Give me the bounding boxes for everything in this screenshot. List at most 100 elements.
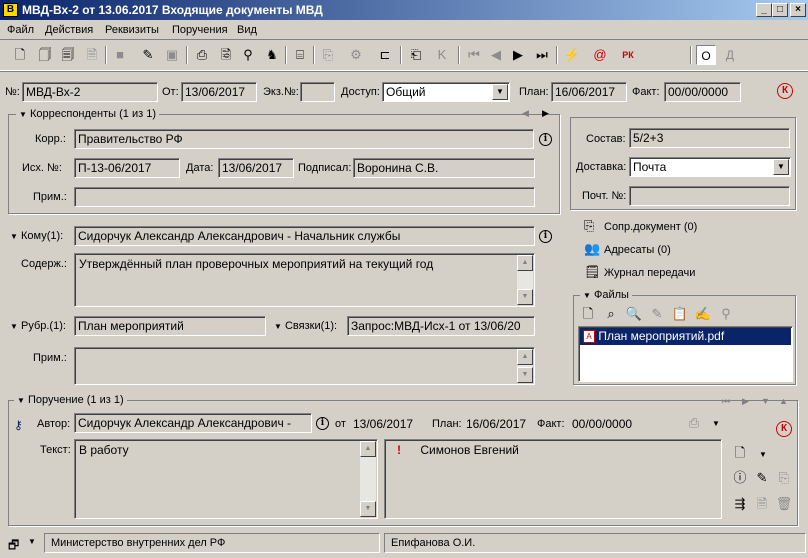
asg-text-scrollbar[interactable]: ▲ ▼ <box>360 441 376 517</box>
card-icon[interactable]: ⎗ <box>406 45 426 65</box>
asg-collapse-icon[interactable]: ▲ <box>779 396 788 406</box>
executor-item[interactable]: ! Симонов Евгений <box>389 443 717 457</box>
rubric-label[interactable]: ▼ Рубр.(1): <box>10 320 66 332</box>
executors-list[interactable]: ! Симонов Евгений <box>384 439 722 519</box>
menu-requisites[interactable]: Реквизиты <box>105 24 159 36</box>
korr-info-icon[interactable]: i <box>539 133 552 146</box>
menu-actions[interactable]: Действия <box>45 24 93 36</box>
rk-icon[interactable]: РК <box>618 45 638 65</box>
access-combo[interactable]: Общий ▼ <box>382 82 510 102</box>
add-executor-dropdown-icon[interactable]: ▼ <box>759 450 767 459</box>
addressees-link[interactable]: 👥 Адресаты (0) <box>584 241 671 257</box>
toggle-o-button[interactable]: О <box>696 45 716 65</box>
author-info-icon[interactable]: i <box>316 417 329 430</box>
links-label[interactable]: ▼ Связки(1): <box>274 320 337 332</box>
email-icon[interactable]: @ <box>590 45 610 65</box>
maximize-button[interactable]: □ <box>772 3 788 17</box>
to-info-icon[interactable]: i <box>539 230 552 243</box>
links-field[interactable]: Запрос:МВД-Исх-1 от 13/06/20 <box>347 316 535 336</box>
asg-expand-icon[interactable]: ▼ <box>761 396 770 406</box>
copy-doc-icon[interactable]: ⎘ <box>318 45 338 65</box>
chevron-down-icon[interactable]: ▼ <box>492 84 508 100</box>
menu-view[interactable]: Вид <box>237 24 257 36</box>
executor-send-icon[interactable]: ⇶ <box>730 494 750 514</box>
first-record-icon[interactable]: ⏮ <box>464 45 484 65</box>
content-memo[interactable]: Утверждённый план проверочных мероприяти… <box>74 253 535 307</box>
doc-copy-field[interactable] <box>300 82 335 102</box>
print-icon[interactable]: ⎙ <box>192 45 212 65</box>
author-field[interactable]: Сидорчук Александр Александрович - <box>74 413 312 433</box>
corr-next-icon[interactable]: ▶ <box>542 108 549 119</box>
file-item[interactable]: A План мероприятий.pdf <box>580 328 791 345</box>
executor-info-icon[interactable]: ⓘ <box>730 468 750 488</box>
chevron-down-icon[interactable]: ▼ <box>773 159 789 175</box>
to-field[interactable]: Сидорчук Александр Александрович - Начал… <box>74 226 535 246</box>
paste-file-icon[interactable]: 📋 <box>670 304 690 324</box>
view-file-icon[interactable]: 🔍 <box>624 304 644 324</box>
files-title[interactable]: ▼ Файлы <box>580 289 632 301</box>
window-list-icon[interactable]: 🗗 <box>8 536 19 557</box>
scan-file-icon[interactable]: ⌕ <box>601 304 621 324</box>
new-copy-icon[interactable]: 🗍 <box>35 45 55 65</box>
close-button[interactable]: × <box>790 3 806 17</box>
new-from-template-icon[interactable]: 🗎 <box>82 45 102 65</box>
minimize-button[interactable]: _ <box>756 3 772 17</box>
note-scrollbar[interactable]: ▲ ▼ <box>517 349 533 383</box>
corr-prev-icon[interactable]: ◀ <box>522 108 529 119</box>
sign-file-icon[interactable]: ✍ <box>693 304 713 324</box>
asg-next-icon[interactable]: ▶ <box>742 396 749 407</box>
find-file-icon[interactable]: ⚲ <box>716 304 736 324</box>
to-label[interactable]: ▼ Кому(1): <box>10 230 63 242</box>
new-linked-icon[interactable]: 🗐 <box>58 45 78 65</box>
add-file-icon[interactable]: 🗋 <box>578 304 598 324</box>
transfer-journal-link[interactable]: 🗒 Журнал передачи <box>584 264 695 280</box>
lightning-icon[interactable]: ⚡ <box>562 45 582 65</box>
stop-icon[interactable]: ■ <box>110 45 130 65</box>
window-list-dropdown-icon[interactable]: ▼ <box>28 537 36 546</box>
add-executor-icon[interactable]: 🗋 <box>730 443 750 463</box>
korr-field[interactable]: Правительство РФ <box>74 129 534 149</box>
new-doc-icon[interactable]: 🗋 <box>10 45 30 65</box>
doc-number-field[interactable]: МВД-Вх-2 <box>22 82 158 102</box>
print-preview-icon[interactable]: 🗟 <box>216 45 236 65</box>
rubric-field[interactable]: План мероприятий <box>74 316 266 336</box>
menu-file[interactable]: Файл <box>7 24 34 36</box>
stamp-sign-icon[interactable]: ♞ <box>262 45 282 65</box>
content-scrollbar[interactable]: ▲ ▼ <box>517 255 533 305</box>
asg-first-icon[interactable]: ⏮ <box>722 396 730 407</box>
doc-from-date-field[interactable]: 13/06/2017 <box>181 82 257 102</box>
toggle-d-button[interactable]: Д <box>720 45 740 65</box>
control-k-icon[interactable]: К <box>777 83 793 99</box>
settings-icon[interactable]: ⚙ <box>346 45 366 65</box>
asg-text-memo[interactable]: В работу ▲ ▼ <box>74 439 378 519</box>
cover-doc-link[interactable]: ⎘ Сопр.документ (0) <box>584 218 697 234</box>
executor-delete-icon[interactable]: 🗑 <box>774 494 794 514</box>
out-number-field[interactable]: П-13-06/2017 <box>74 158 180 178</box>
save-icon[interactable]: ▣ <box>162 45 182 65</box>
correspondents-title[interactable]: ▼ Корреспонденты (1 из 1) <box>16 108 159 120</box>
delivery-combo[interactable]: Почта ▼ <box>629 157 791 177</box>
register-icon[interactable]: ⌸ <box>290 45 310 65</box>
post-number-field[interactable] <box>629 186 790 206</box>
asg-print-icon[interactable]: ⎙ <box>684 413 704 433</box>
asg-control-k-icon[interactable]: К <box>776 421 792 437</box>
main-note-memo[interactable]: ▲ ▼ <box>74 347 535 385</box>
last-record-icon[interactable]: ⏭ <box>532 45 552 65</box>
menu-assignments[interactable]: Поручения <box>172 24 228 36</box>
out-date-field[interactable]: 13/06/2017 <box>218 158 294 178</box>
corr-note-field[interactable] <box>74 187 535 207</box>
doc-plan-date-field[interactable]: 16/06/2017 <box>551 82 627 102</box>
executor-report-icon[interactable]: 🗎 <box>752 494 772 514</box>
doc-fact-date-field[interactable]: 00/00/0000 <box>664 82 741 102</box>
assignment-title[interactable]: ▼ Поручение (1 из 1) <box>14 394 127 406</box>
prev-record-icon[interactable]: ◀ <box>486 45 506 65</box>
control-icon[interactable]: K <box>432 45 452 65</box>
edit-file-icon[interactable]: ✎ <box>647 304 667 324</box>
next-record-icon[interactable]: ▶ <box>508 45 528 65</box>
executor-copy-icon[interactable]: ⎘ <box>774 468 794 488</box>
executor-edit-icon[interactable]: ✎ <box>752 468 772 488</box>
sostav-field[interactable]: 5/2+3 <box>629 128 790 148</box>
stamp-icon[interactable]: ⚲ <box>238 45 258 65</box>
edit-doc-icon[interactable]: ✎ <box>138 45 158 65</box>
signed-field[interactable]: Воронина С.В. <box>353 158 535 178</box>
